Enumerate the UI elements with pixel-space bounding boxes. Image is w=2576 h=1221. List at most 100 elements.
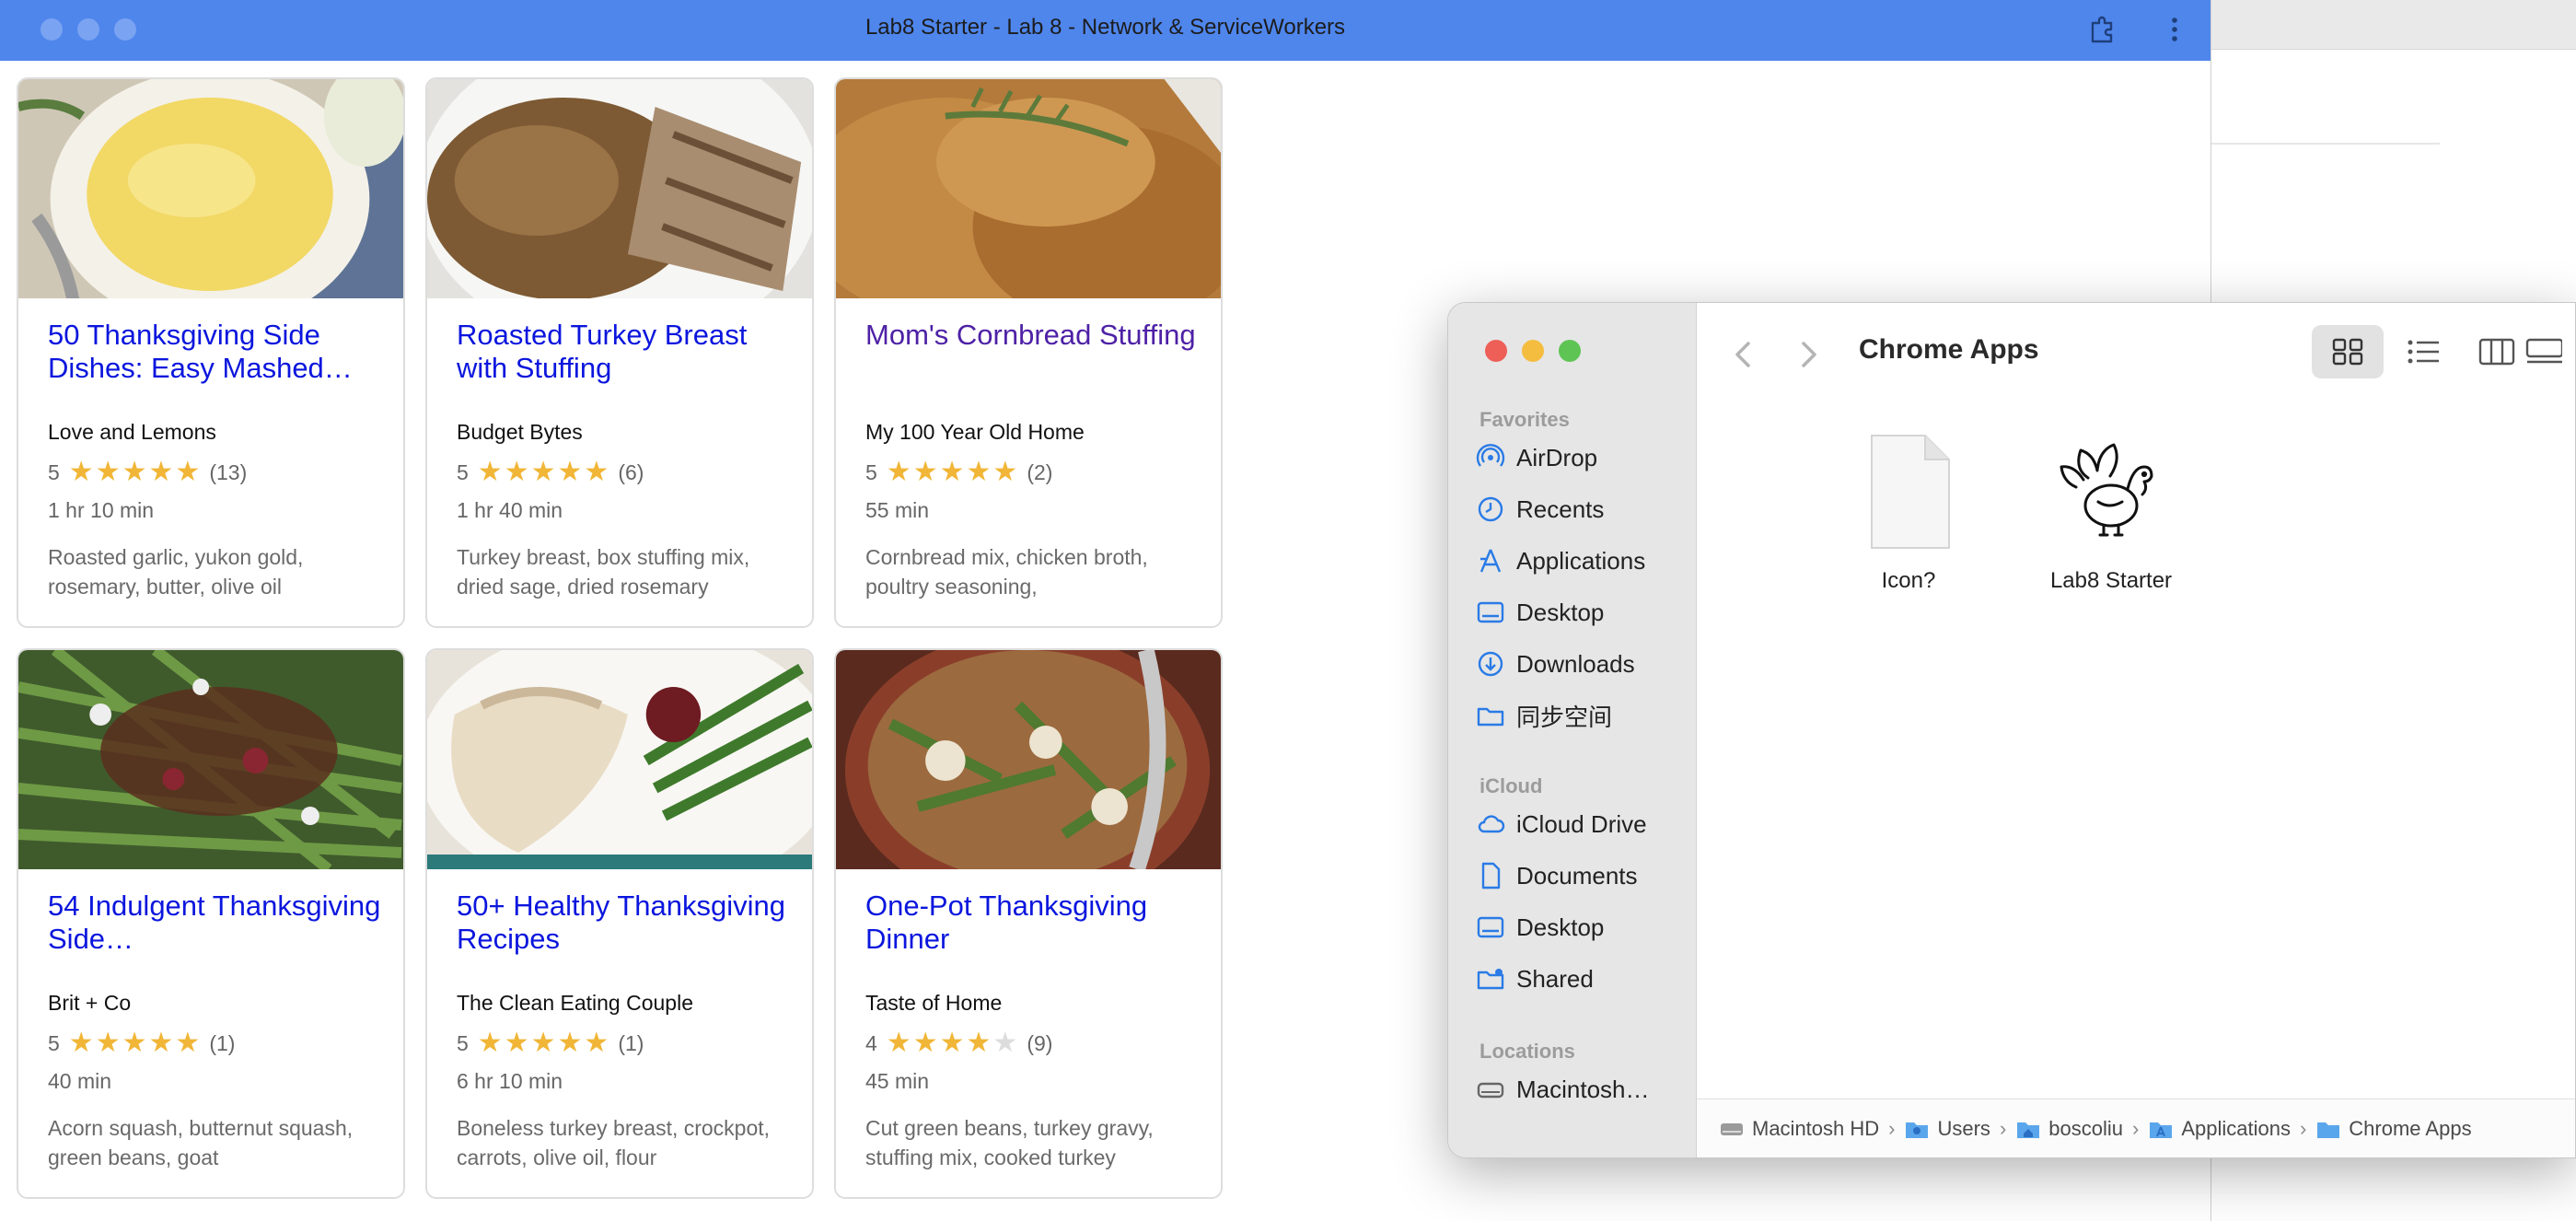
- star-icon: ★: [122, 457, 147, 487]
- path-crumb-applications[interactable]: Applications: [2148, 1117, 2291, 1141]
- extension-puzzle-icon[interactable]: [2086, 13, 2119, 46]
- recipe-title[interactable]: One-Pot Thanksgiving Dinner: [865, 890, 1199, 956]
- path-separator-icon: ›: [1999, 1116, 2007, 1140]
- sidebar-item-label: Desktop: [1516, 598, 1605, 626]
- list-view-button[interactable]: [2387, 325, 2459, 378]
- star-icon: ★: [504, 1028, 529, 1058]
- path-crumb-chrome-apps[interactable]: Chrome Apps: [2315, 1117, 2472, 1141]
- sidebar-item-applications[interactable]: Applications: [1476, 542, 1688, 579]
- star-rating: ★ ★ ★ ★ ★: [478, 459, 609, 486]
- star-icon: ★: [530, 457, 556, 487]
- recipe-rating: 5 ★ ★ ★ ★ ★ (2): [865, 459, 1052, 486]
- recipe-title[interactable]: 54 Indulgent Thanksgiving Side…: [48, 890, 381, 956]
- recipe-card[interactable]: One-Pot Thanksgiving Dinner Taste of Hom…: [834, 648, 1223, 1199]
- path-crumb-users[interactable]: Users: [1904, 1117, 1990, 1141]
- sidebar-item-airdrop[interactable]: AirDrop: [1476, 439, 1688, 476]
- recipe-title[interactable]: Mom's Cornbread Stuffing: [865, 319, 1199, 385]
- shared-folder-icon: [1477, 969, 1504, 990]
- rating-value: 5: [48, 459, 60, 484]
- sidebar-item-shared[interactable]: Shared: [1476, 960, 1688, 997]
- star-rating: ★ ★ ★ ★ ★: [478, 1029, 609, 1057]
- recipe-title[interactable]: Roasted Turkey Breast with Stuffing: [457, 319, 790, 385]
- star-icon: ★: [504, 457, 529, 487]
- app-titlebar[interactable]: Lab8 Starter - Lab 8 - Network & Service…: [0, 0, 2210, 61]
- path-crumb-home[interactable]: boscoliu: [2015, 1117, 2123, 1141]
- recipe-rating: 5 ★ ★ ★ ★ ★ (6): [457, 459, 644, 486]
- sidebar-item-macintosh-hd[interactable]: Macintosh…: [1476, 1071, 1688, 1108]
- sidebar-item-icloud-drive[interactable]: iCloud Drive: [1476, 806, 1688, 843]
- recipe-organization: My 100 Year Old Home: [865, 420, 1085, 444]
- recipe-ingredients: Roasted garlic, yukon gold, rosemary, bu…: [48, 545, 304, 599]
- back-chevron-icon[interactable]: [1730, 336, 1758, 373]
- sidebar-item-sync-folder[interactable]: 同步空间: [1476, 697, 1688, 734]
- star-icon: ★: [477, 1028, 503, 1058]
- downloads-icon: [1478, 651, 1503, 677]
- recipe-ingredients: Boneless turkey breast, crockpot, carrot…: [457, 1116, 771, 1169]
- recipe-rating: 5 ★ ★ ★ ★ ★ (1): [48, 1029, 235, 1057]
- finder-minimize-button[interactable]: [1522, 340, 1544, 362]
- recipe-image-healthy-turkey: [427, 650, 812, 869]
- finder-close-button[interactable]: [1485, 340, 1507, 362]
- forward-chevron-icon[interactable]: [1794, 336, 1822, 373]
- gallery-view-button[interactable]: [2525, 325, 2575, 378]
- star-icon: ★: [477, 457, 503, 487]
- star-icon: ★: [966, 1028, 992, 1058]
- star-icon: ★: [530, 1028, 556, 1058]
- sidebar-item-icloud-desktop[interactable]: Desktop: [1476, 909, 1688, 946]
- sidebar-item-label: 同步空间: [1516, 703, 1613, 731]
- star-icon: ★: [912, 1028, 938, 1058]
- star-icon: ★: [966, 457, 992, 487]
- sidebar-item-label: Downloads: [1516, 649, 1635, 678]
- path-separator-icon: ›: [1888, 1116, 1896, 1140]
- recipe-organization: Taste of Home: [865, 991, 1003, 1015]
- applications-icon: [1479, 549, 1502, 573]
- recipe-image-mashed-potatoes: [18, 79, 403, 298]
- recipe-time: 1 hr 10 min: [48, 498, 155, 522]
- recipe-title[interactable]: 50 Thanksgiving Side Dishes: Easy Mashed…: [48, 319, 381, 385]
- recipe-card[interactable]: 54 Indulgent Thanksgiving Side… Brit + C…: [17, 648, 405, 1199]
- sidebar-item-documents[interactable]: Documents: [1476, 857, 1688, 894]
- sidebar-section-locations: Locations: [1479, 1040, 1575, 1063]
- recipe-card[interactable]: Roasted Turkey Breast with Stuffing Budg…: [425, 77, 814, 628]
- sidebar-section-favorites: Favorites: [1479, 408, 1570, 431]
- desktop-icon: [1477, 916, 1504, 938]
- path-crumb-label: Macintosh HD: [1752, 1116, 1880, 1140]
- recipe-rating: 4 ★ ★ ★ ★ ★ (9): [865, 1029, 1052, 1057]
- disk-icon: [1721, 1122, 1743, 1135]
- star-icon: ★: [68, 457, 94, 487]
- recipe-organization: The Clean Eating Couple: [457, 991, 693, 1015]
- list-view-icon: [2408, 340, 2439, 364]
- column-view-button[interactable]: [2461, 325, 2533, 378]
- recipe-card[interactable]: Mom's Cornbread Stuffing My 100 Year Old…: [834, 77, 1223, 628]
- sidebar-item-label: Desktop: [1516, 913, 1605, 941]
- sidebar-item-recents[interactable]: Recents: [1476, 491, 1688, 528]
- recipe-card[interactable]: 50 Thanksgiving Side Dishes: Easy Mashed…: [17, 77, 405, 628]
- star-icon: ★: [122, 1028, 147, 1058]
- rating-count: (6): [618, 459, 644, 484]
- path-separator-icon: ›: [2299, 1116, 2307, 1140]
- sidebar-item-downloads[interactable]: Downloads: [1476, 645, 1688, 682]
- file-item-lab8-starter[interactable]: Lab8 Starter: [2019, 432, 2203, 594]
- recipe-title[interactable]: 50+ Healthy Thanksgiving Recipes: [457, 890, 790, 956]
- rating-count: (1): [209, 1030, 236, 1055]
- file-item-icon[interactable]: Icon?: [1816, 432, 2001, 594]
- star-icon: ★: [95, 457, 121, 487]
- documents-icon: [1481, 862, 1501, 890]
- path-crumb-macintosh-hd[interactable]: Macintosh HD: [1719, 1117, 1879, 1141]
- sidebar-item-desktop[interactable]: Desktop: [1476, 594, 1688, 631]
- path-separator-icon: ›: [2131, 1116, 2140, 1140]
- disk-icon: [1477, 1082, 1504, 1099]
- finder-zoom-button[interactable]: [1559, 340, 1581, 362]
- recipe-organization: Brit + Co: [48, 991, 132, 1015]
- recipe-card[interactable]: 50+ Healthy Thanksgiving Recipes The Cle…: [425, 648, 814, 1199]
- rating-count: (1): [618, 1030, 644, 1055]
- sidebar-item-label: iCloud Drive: [1516, 809, 1647, 838]
- recipe-image-cornbread-stuffing: [836, 79, 1221, 298]
- icon-view-button[interactable]: [2312, 325, 2384, 378]
- more-options-icon[interactable]: [2165, 13, 2184, 46]
- star-icon: ★: [912, 457, 938, 487]
- desktop-icon: [1477, 601, 1504, 623]
- rating-value: 5: [457, 459, 469, 484]
- airdrop-icon: [1476, 444, 1505, 467]
- star-rating: ★ ★ ★ ★ ★: [887, 459, 1018, 486]
